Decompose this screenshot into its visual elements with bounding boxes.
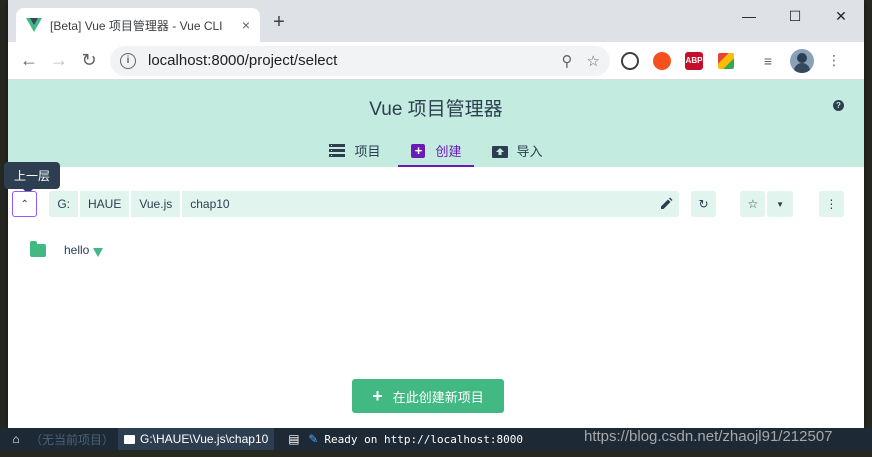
- media-control-icon[interactable]: ≡: [756, 49, 780, 73]
- plus-icon: +: [372, 385, 383, 406]
- current-project-status[interactable]: （无当前项目）: [30, 431, 118, 448]
- refresh-icon: ↻: [698, 197, 709, 211]
- tab-projects[interactable]: 项目: [317, 134, 392, 167]
- plus-box-icon: +: [410, 143, 426, 158]
- maximize-button[interactable]: ☐: [772, 0, 818, 32]
- create-project-label: 在此创建新项目: [392, 389, 484, 405]
- vue-favicon-icon: [26, 18, 42, 32]
- tab-title: [Beta] Vue 项目管理器 - Vue CLI: [50, 18, 223, 33]
- reload-icon[interactable]: ↻: [74, 46, 104, 76]
- app-tabs: 项目 + 创建 导入: [8, 134, 864, 167]
- browser-toolbar: ← → ↻ i localhost:8000/project/select ⚲ …: [8, 42, 864, 80]
- home-icon[interactable]: ⌂: [0, 432, 22, 446]
- bottom-strip: [0, 450, 872, 457]
- adblock-plus-icon[interactable]: ABP: [682, 49, 706, 73]
- server-ready-status: Ready on http://localhost:8000: [324, 432, 524, 446]
- bookmark-star-icon[interactable]: ☆: [587, 52, 600, 70]
- brush-icon: ✎: [308, 432, 319, 446]
- app-header: Vue 项目管理器 ? 项目 + 创建 导入: [8, 80, 864, 167]
- browser-tab[interactable]: [Beta] Vue 项目管理器 - Vue CLI ×: [16, 8, 260, 42]
- extension-infinity-icon[interactable]: [650, 49, 674, 73]
- forward-icon[interactable]: →: [44, 46, 74, 76]
- edit-path-icon[interactable]: [659, 197, 673, 211]
- tab-import-label: 导入: [516, 144, 543, 159]
- tab-import[interactable]: 导入: [480, 134, 555, 167]
- tab-create[interactable]: + 创建: [398, 134, 474, 167]
- breadcrumb-item[interactable]: chap10: [182, 191, 237, 217]
- watermark: https://blog.csdn.net/zhaojl91/212507: [584, 428, 833, 445]
- console-log-icon[interactable]: ▤: [288, 432, 300, 446]
- help-icon[interactable]: ?: [833, 100, 844, 111]
- folder-small-icon: [124, 434, 135, 444]
- breadcrumb-item[interactable]: Vue.js: [131, 191, 183, 217]
- tab-close-icon[interactable]: ×: [242, 17, 250, 33]
- vue-project-icon: [93, 247, 104, 257]
- site-info-icon[interactable]: i: [120, 52, 136, 69]
- folder-name: hello: [64, 243, 90, 257]
- current-path-text: G:\HAUE\Vue.js\chap10: [140, 432, 269, 446]
- close-button[interactable]: ✕: [818, 0, 864, 32]
- tab-create-label: 创建: [435, 144, 462, 159]
- import-icon: [491, 144, 508, 158]
- breadcrumb-item[interactable]: HAUE: [80, 191, 132, 217]
- list-icon: [329, 144, 346, 158]
- path-bar: ⌃ G: HAUE Vue.js chap10 ↻ ☆ ▼ ⋮: [12, 190, 844, 218]
- back-icon[interactable]: ←: [14, 46, 44, 76]
- background-editor-right-text: [864, 0, 872, 440]
- create-project-button[interactable]: + 在此创建新项目: [352, 379, 504, 413]
- background-editor-left-text: [0, 0, 8, 440]
- favorites-dropdown-button[interactable]: ▼: [767, 191, 793, 217]
- extension-color-icon[interactable]: [714, 49, 738, 73]
- extension-steering-icon[interactable]: [618, 49, 642, 73]
- folder-up-button[interactable]: ⌃: [12, 191, 38, 217]
- list-item[interactable]: hello: [30, 240, 104, 257]
- refresh-button[interactable]: ↻: [690, 191, 717, 217]
- star-icon: ☆: [747, 197, 759, 211]
- page-title: Vue 项目管理器: [369, 99, 503, 120]
- breadcrumb: G: HAUE Vue.js chap10: [49, 191, 679, 217]
- tab-projects-label: 项目: [354, 144, 381, 159]
- breadcrumb-item[interactable]: G:: [49, 191, 80, 217]
- more-options-button[interactable]: ⋮: [818, 191, 844, 217]
- profile-avatar[interactable]: [790, 48, 814, 73]
- minimize-button[interactable]: —: [726, 0, 772, 32]
- window-controls: — ☐ ✕: [726, 0, 864, 32]
- favorite-button[interactable]: ☆: [740, 191, 766, 217]
- more-vertical-icon: ⋮: [825, 197, 838, 211]
- tooltip-up: 上一层: [4, 162, 61, 194]
- chevron-up-icon: ⌃: [20, 198, 29, 210]
- menu-icon[interactable]: ⋮: [822, 49, 846, 73]
- address-url[interactable]: localhost:8000/project/select: [148, 52, 548, 69]
- folder-icon: [30, 240, 46, 257]
- current-path-status[interactable]: G:\HAUE\Vue.js\chap10: [118, 428, 275, 450]
- tab-strip: [Beta] Vue 项目管理器 - Vue CLI × + — ☐ ✕: [8, 0, 864, 42]
- new-tab-button[interactable]: +: [268, 12, 290, 34]
- caret-down-icon: ▼: [776, 199, 785, 209]
- zoom-icon[interactable]: ⚲: [562, 52, 573, 70]
- address-bar[interactable]: i localhost:8000/project/select ⚲ ☆: [110, 45, 610, 76]
